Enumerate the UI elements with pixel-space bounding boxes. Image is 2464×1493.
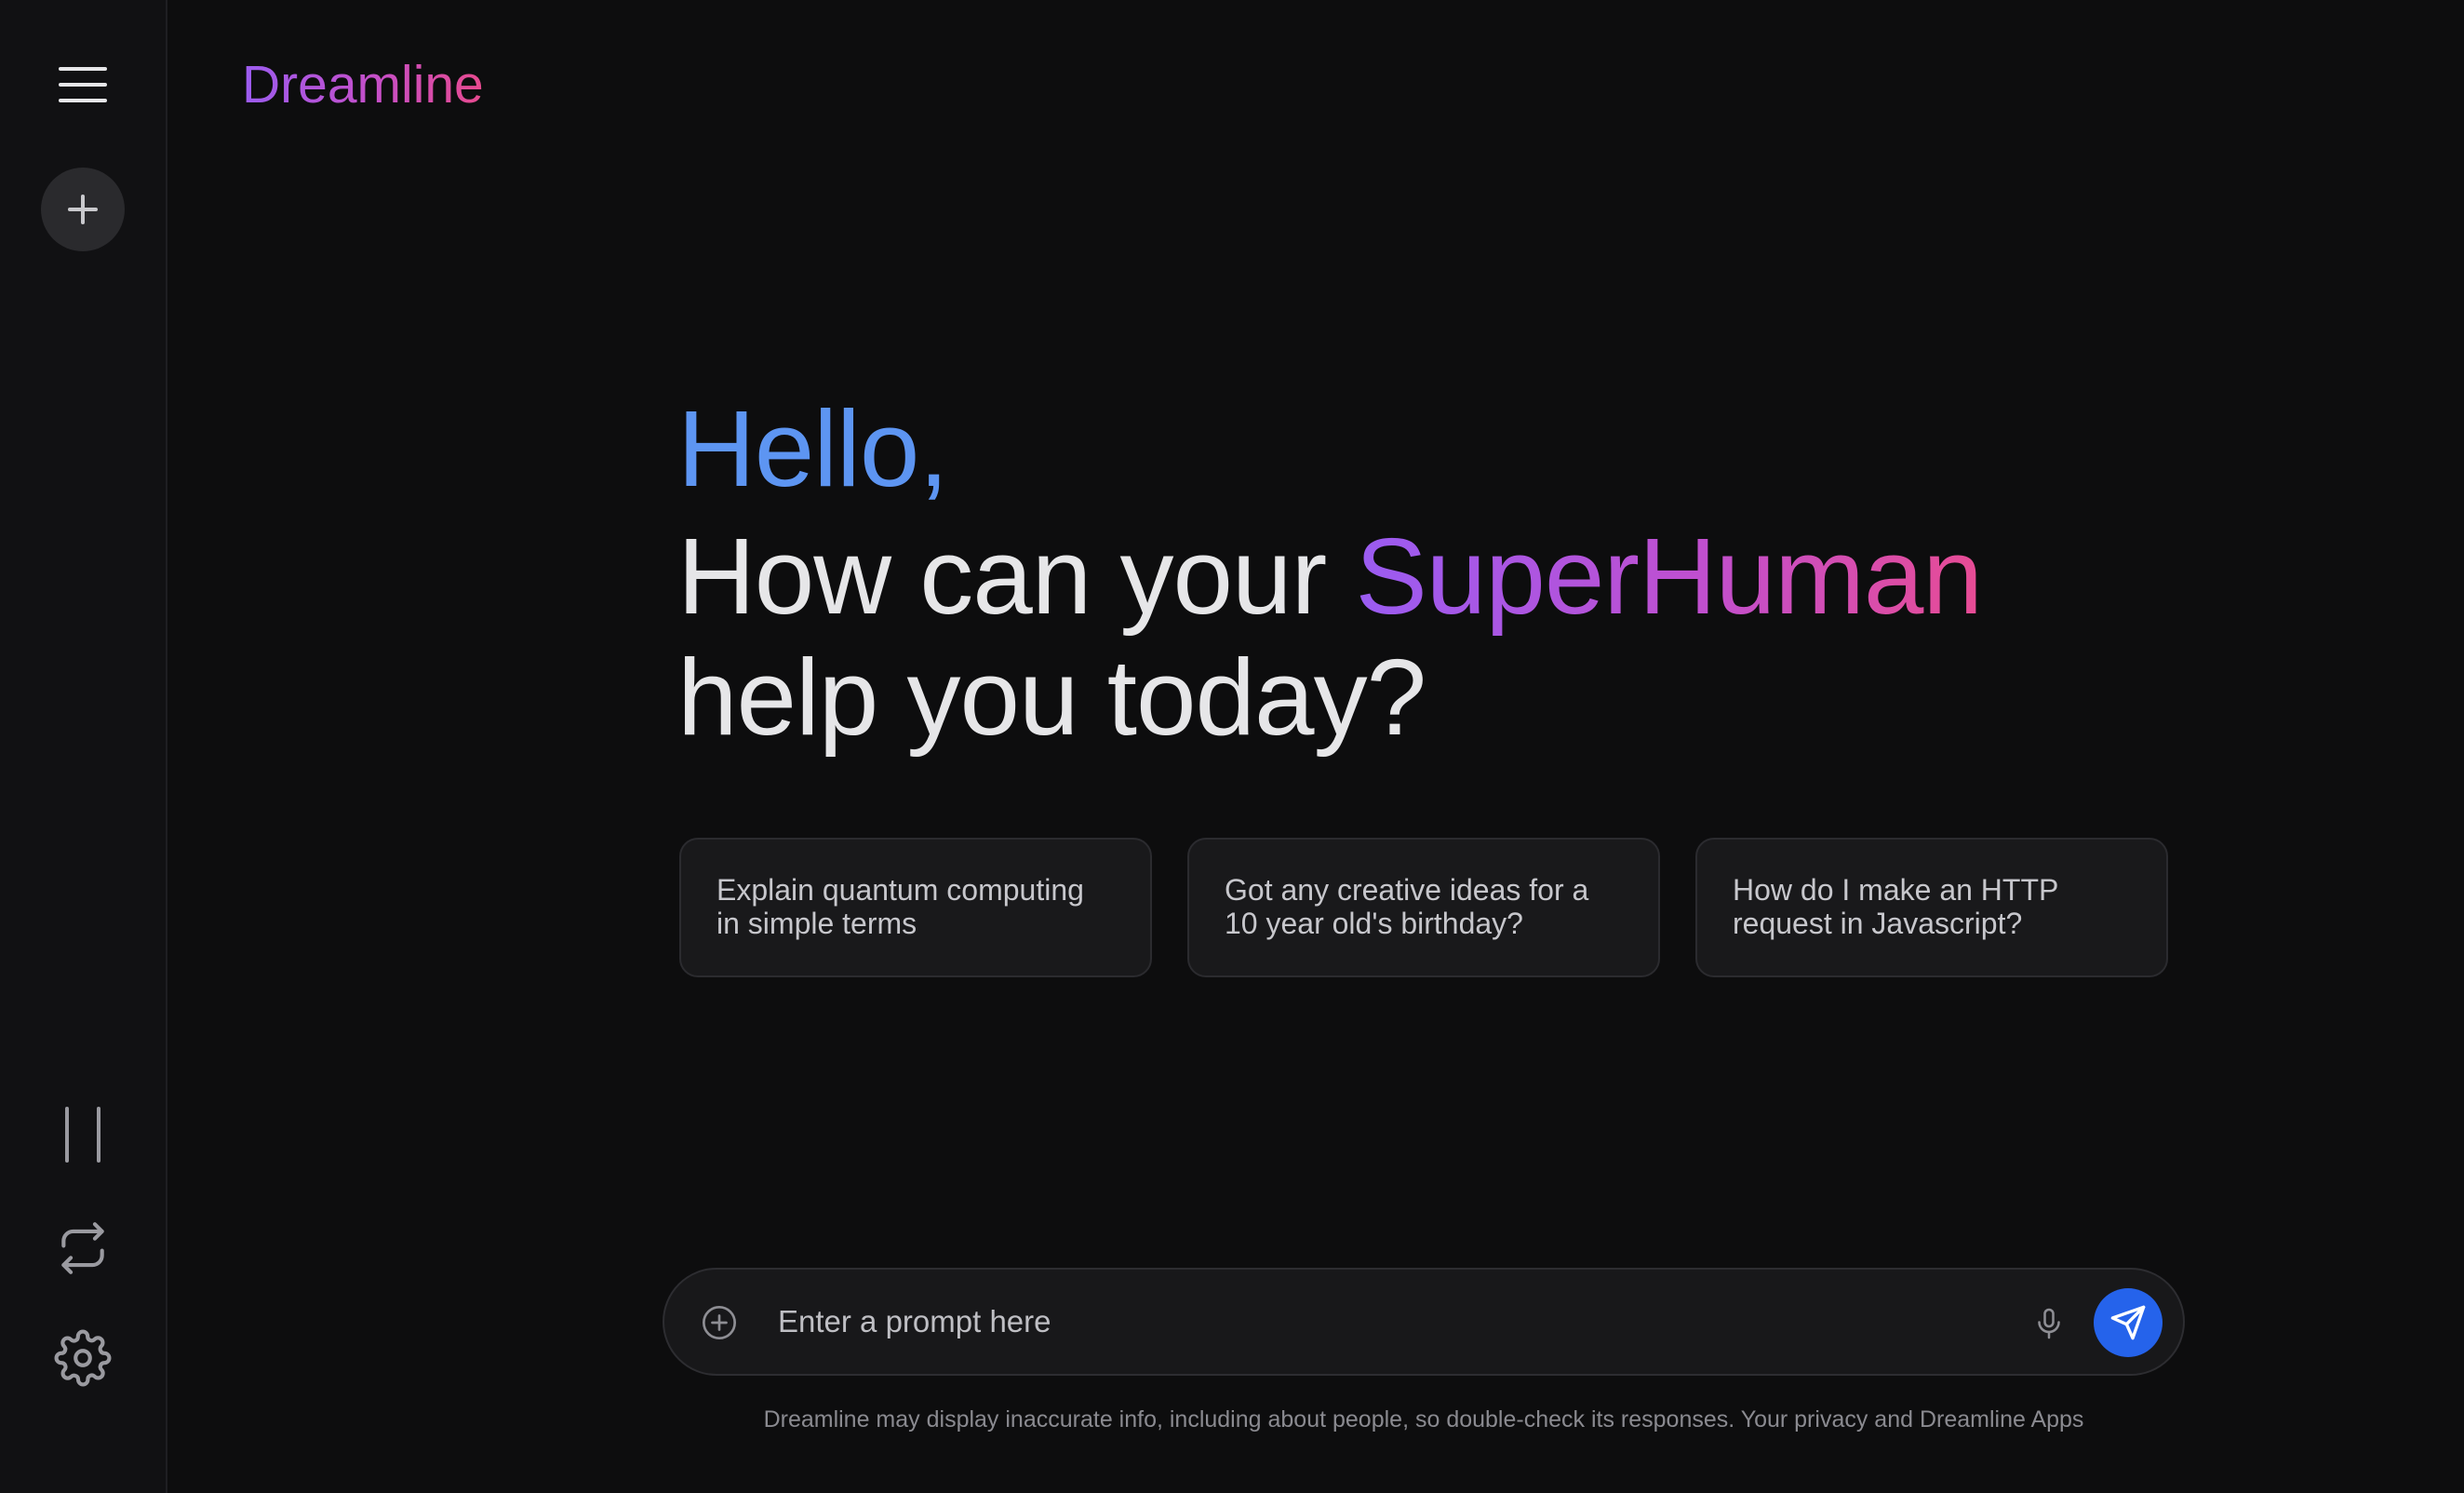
prompt-input[interactable] xyxy=(776,1292,1744,1352)
question-suffix: help you today? xyxy=(677,637,1426,758)
new-chat-button[interactable] xyxy=(41,168,125,251)
attach-button[interactable] xyxy=(698,1301,741,1344)
greeting-text: Hello, xyxy=(677,388,949,509)
send-icon xyxy=(2110,1305,2146,1340)
pause-button[interactable] xyxy=(41,1093,125,1177)
suggestion-card[interactable]: Explain quantum computing in simple term… xyxy=(679,838,1152,977)
menu-button[interactable] xyxy=(41,43,125,127)
plus-circle-icon xyxy=(703,1306,736,1339)
send-button[interactable] xyxy=(2094,1288,2163,1357)
hero-greeting: Hello, How can your SuperHuman help you … xyxy=(677,385,2166,758)
microphone-icon xyxy=(2038,1308,2060,1339)
gear-icon xyxy=(54,1329,112,1387)
repeat-icon xyxy=(61,1222,104,1274)
hamburger-menu-icon xyxy=(59,67,107,102)
brand-logo[interactable]: Dreamline xyxy=(242,52,484,117)
repeat-button[interactable] xyxy=(41,1206,125,1290)
suggestion-cards: Explain quantum computing in simple term… xyxy=(679,838,2168,977)
question-prefix: How can your xyxy=(677,516,1356,637)
question-accent: SuperHuman xyxy=(1355,516,1982,637)
microphone-button[interactable] xyxy=(2029,1303,2069,1344)
hero-question: How can your SuperHuman help you today? xyxy=(677,516,2166,758)
pause-icon xyxy=(65,1107,100,1163)
app-root: Dreamline Hello, How can your SuperHuman… xyxy=(0,0,2464,1493)
plus-icon xyxy=(68,195,98,224)
suggestion-card[interactable]: Got any creative ideas for a 10 year old… xyxy=(1187,838,1660,977)
suggestion-card[interactable]: How do I make an HTTP request in Javascr… xyxy=(1695,838,2168,977)
prompt-bar xyxy=(663,1268,2185,1376)
disclaimer-text: Dreamline may display inaccurate info, i… xyxy=(763,1406,2084,1432)
settings-button[interactable] xyxy=(41,1316,125,1400)
sidebar xyxy=(0,0,167,1493)
